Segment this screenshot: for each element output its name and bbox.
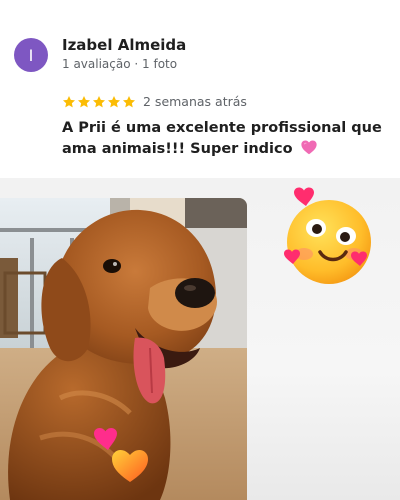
reviewer-meta: 1 avaliação · 1 foto	[62, 57, 178, 71]
star-icon	[92, 95, 106, 107]
review-screen: I Izabel Almeida 1 avaliação · 1 foto 2 …	[0, 0, 400, 500]
reviewer-name[interactable]: Izabel Almeida	[62, 36, 186, 54]
rating-stars: 2 semanas atrás	[62, 94, 247, 109]
hearts-icon	[94, 428, 148, 482]
review-text-block: A Prii é uma excelente profissional que …	[62, 118, 392, 160]
star-icon	[62, 95, 76, 107]
star-icon	[107, 95, 121, 107]
avatar[interactable]: I	[14, 38, 48, 72]
smiling-face-with-hearts-sticker	[284, 187, 371, 284]
review-time: 2 semanas atrás	[143, 94, 247, 109]
review-text: A Prii é uma excelente profissional que …	[62, 120, 382, 157]
star-icon	[77, 95, 91, 107]
star-icon	[122, 95, 136, 107]
avatar-letter: I	[28, 45, 34, 65]
review-card: I Izabel Almeida 1 avaliação · 1 foto 2 …	[0, 0, 400, 190]
pink-heart-icon	[301, 140, 317, 155]
